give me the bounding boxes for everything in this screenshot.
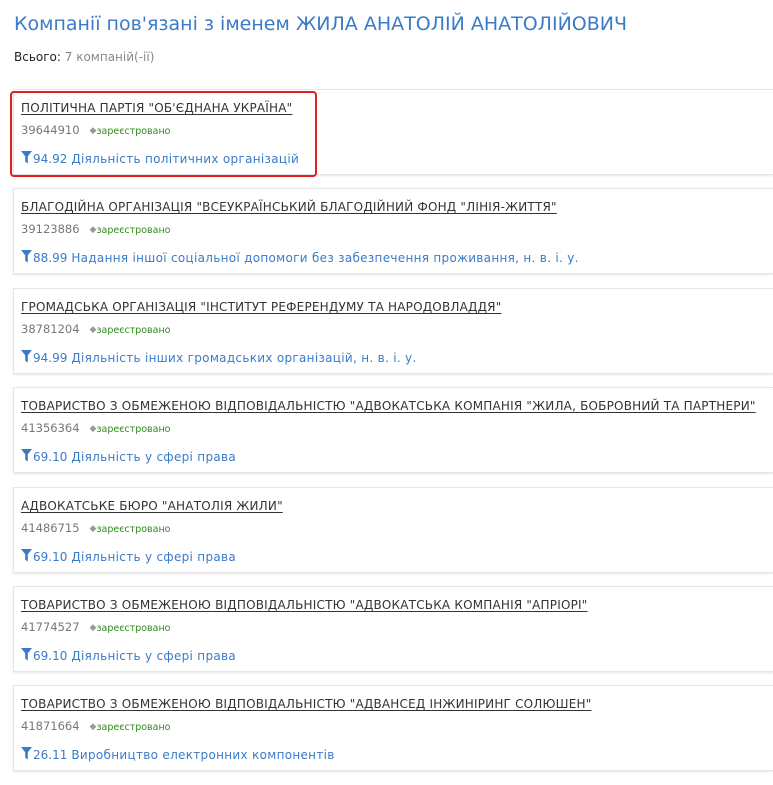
filter-icon	[21, 747, 32, 760]
company-meta: 39123886 ◆зареєстровано	[21, 221, 170, 238]
activity-code: 94.92	[33, 152, 68, 166]
company-card: ПОЛІТИЧНА ПАРТІЯ "ОБ'ЄДНАНА УКРАЇНА" 396…	[10, 89, 773, 177]
activity-link[interactable]: 26.11 Виробництво електронних компонентів	[21, 747, 335, 763]
status-badge: зареєстровано	[96, 225, 171, 237]
activity-code: 69.10	[33, 450, 68, 465]
company-card: АДВОКАТСЬКЕ БЮРО "АНАТОЛІЯ ЖИЛИ" 4148671…	[13, 486, 773, 573]
company-card: ТОВАРИСТВО З ОБМЕЖЕНОЮ ВІДПОВІДАЛЬНІСТЮ …	[13, 685, 773, 772]
company-code: 41356364	[21, 421, 80, 436]
status-badge: зареєстровано	[96, 523, 171, 535]
status-badge: зареєстровано	[96, 722, 171, 734]
filter-icon	[21, 647, 32, 661]
activity-code: 69.10	[33, 549, 68, 564]
status-badge: зареєстровано	[96, 324, 171, 336]
company-list: ПОЛІТИЧНА ПАРТІЯ "ОБ'ЄДНАНА УКРАЇНА" 396…	[10, 89, 773, 785]
activity-name: Діяльність інших громадських організацій…	[71, 350, 417, 365]
activity-link[interactable]: 69.10 Діяльність у сфері права	[21, 449, 236, 465]
filter-icon	[21, 250, 32, 263]
company-meta: 41871664 ◆зареєстровано	[21, 718, 170, 735]
company-code: 39123886	[21, 222, 80, 237]
page-title: Компанії пов'язані з іменем ЖИЛА АНАТОЛІ…	[14, 13, 628, 35]
company-name-link[interactable]: ТОВАРИСТВО З ОБМЕЖЕНОЮ ВІДПОВІДАЛЬНІСТЮ …	[21, 696, 591, 712]
company-card: ТОВАРИСТВО З ОБМЕЖЕНОЮ ВІДПОВІДАЛЬНІСТЮ …	[13, 387, 773, 474]
company-name-link[interactable]: ТОВАРИСТВО З ОБМЕЖЕНОЮ ВІДПОВІДАЛЬНІСТЮ …	[21, 597, 588, 613]
status-badge: зареєстровано	[96, 424, 171, 436]
activity-name: Діяльність у сфері права	[71, 450, 237, 465]
company-name-link[interactable]: ГРОМАДСЬКА ОРГАНІЗАЦІЯ "ІНСТИТУТ РЕФЕРЕН…	[21, 299, 501, 315]
activity-name: Діяльність у сфері права	[71, 549, 237, 564]
activity-code: 88.99	[33, 251, 68, 266]
activity-name: Надання іншої соціальної допомоги без за…	[71, 251, 579, 266]
company-meta: 38781204 ◆зареєстровано	[21, 321, 170, 338]
total-value: 7 компаній(-ії)	[64, 50, 155, 64]
activity-code: 69.10	[33, 648, 68, 663]
activity-code: 26.11	[33, 748, 68, 763]
activity-name: Виробництво електронних компонентів	[71, 748, 335, 763]
company-card: ГРОМАДСЬКА ОРГАНІЗАЦІЯ "ІНСТИТУТ РЕФЕРЕН…	[13, 287, 773, 374]
company-name-link[interactable]: ТОВАРИСТВО З ОБМЕЖЕНОЮ ВІДПОВІДАЛЬНІСТЮ …	[21, 398, 756, 414]
activity-link[interactable]: 69.10 Діяльність у сфері права	[21, 647, 237, 664]
activity-code: 94.99	[33, 350, 68, 365]
company-meta: 41486715 ◆зареєстровано	[21, 520, 170, 537]
company-code: 38781204	[21, 321, 80, 336]
company-card: БЛАГОДІЙНА ОРГАНІЗАЦІЯ "ВСЕУКРАЇНСЬКИЙ Б…	[13, 188, 773, 275]
company-card: ТОВАРИСТВО З ОБМЕЖЕНОЮ ВІДПОВІДАЛЬНІСТЮ …	[13, 585, 773, 672]
company-code: 41486715	[21, 520, 80, 535]
company-code: 41871664	[21, 719, 80, 734]
activity-name: Діяльність у сфері права	[71, 648, 237, 663]
company-name-link[interactable]: АДВОКАТСЬКЕ БЮРО "АНАТОЛІЯ ЖИЛИ"	[21, 498, 283, 514]
company-meta: 39644910 ◆зареєстровано	[21, 122, 170, 139]
activity-link[interactable]: 94.99 Діяльність інших громадських органі…	[21, 349, 417, 366]
status-badge: зареєстровано	[96, 622, 171, 634]
company-name-link[interactable]: БЛАГОДІЙНА ОРГАНІЗАЦІЯ "ВСЕУКРАЇНСЬКИЙ Б…	[21, 199, 557, 215]
filter-icon	[21, 449, 32, 462]
total-count: Всього: 7 компаній(-ії)	[14, 49, 154, 65]
company-name-link[interactable]: ПОЛІТИЧНА ПАРТІЯ "ОБ'ЄДНАНА УКРАЇНА"	[21, 100, 292, 116]
filter-icon	[21, 349, 32, 363]
filter-icon	[21, 548, 32, 562]
activity-name: Діяльність політичних організацій	[71, 152, 300, 166]
company-meta: 41356364 ◆зареєстровано	[21, 420, 170, 437]
activity-link[interactable]: 88.99 Надання іншої соціальної допомоги б…	[21, 250, 579, 266]
filter-icon	[21, 151, 32, 164]
company-meta: 41774527 ◆зареєстровано	[21, 619, 170, 636]
total-label: Всього:	[14, 50, 61, 64]
activity-link[interactable]: 94.92 Діяльність політичних організацій	[21, 151, 299, 167]
company-code: 39644910	[21, 123, 80, 137]
activity-link[interactable]: 69.10 Діяльність у сфері права	[21, 548, 237, 565]
company-code: 41774527	[21, 619, 80, 634]
status-badge: зареєстровано	[96, 126, 171, 137]
